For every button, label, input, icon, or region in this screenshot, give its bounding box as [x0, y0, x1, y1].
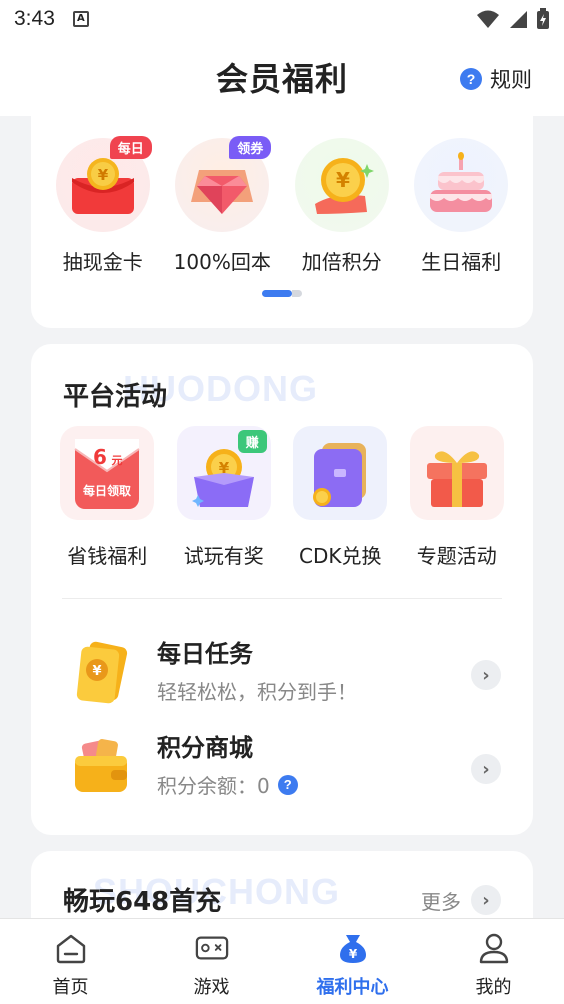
ticket-icon: ¥ [76, 641, 128, 704]
activity-label: CDK兑换 [299, 544, 382, 568]
vip-item-label: 加倍积分 [301, 250, 382, 274]
svg-text:¥: ¥ [98, 166, 109, 184]
purple-wallet-icon [313, 443, 367, 507]
notification-icon: A [72, 11, 89, 27]
activity-label: 省钱福利 [67, 544, 148, 568]
activity-label: 专题活动 [416, 544, 497, 568]
activity-list: 6 元 每日领取 省钱福利 ¥ 赚 试玩有奖 CDK兑换 专题活动 [31, 426, 533, 569]
wifi-icon [477, 10, 499, 28]
coupon-amount: 6 [93, 445, 107, 469]
daily-tag: 每日 [109, 136, 152, 159]
page-header: 会员福利 ? 规则 [0, 38, 564, 116]
svg-text:¥: ¥ [336, 168, 350, 192]
rules-button[interactable]: ? 规则 [460, 64, 532, 94]
nav-item-welfare-center[interactable]: ¥ 福利中心 [282, 919, 423, 1004]
chevron-right-icon[interactable]: › [471, 754, 501, 784]
help-icon[interactable]: ? [277, 774, 298, 795]
task-description: 轻轻松松，积分到手！ [157, 680, 357, 704]
activity-label: 试玩有奖 [183, 544, 264, 568]
nav-item-games[interactable]: 游戏 [141, 919, 282, 1004]
coupon-unit: 元 [112, 454, 123, 467]
task-title: 积分商城 [157, 734, 253, 762]
section-title: 畅玩648首充 [63, 887, 222, 917]
status-bar: 3:43 A [0, 0, 564, 38]
vip-item-full-return[interactable]: 领券 100%回本 [166, 136, 278, 275]
bottom-nav: 首页 游戏 ¥ 福利中心 我的 [0, 918, 564, 1004]
points-wallet-icon [75, 739, 127, 792]
vip-benefits-list: ¥ 每日 抽现金卡 领券 100%回本 ¥ 加倍积分 生日福利 [31, 136, 533, 275]
carousel-indicator [262, 290, 302, 297]
money-bag-icon: ¥ [339, 935, 366, 963]
task-title: 每日任务 [157, 640, 253, 668]
task-row-daily[interactable]: ¥ 每日任务 轻轻松松，积分到手！ › [31, 634, 533, 720]
vip-benefits-card: ¥ 每日 抽现金卡 领券 100%回本 ¥ 加倍积分 生日福利 [31, 90, 533, 328]
coupon-daily-text: 每日领取 [83, 483, 131, 498]
vip-item-label: 抽现金卡 [62, 250, 143, 274]
nav-item-mine[interactable]: 我的 [423, 919, 564, 1004]
red-envelope-icon: ¥ [71, 158, 134, 214]
section-title: 平台活动 [63, 382, 168, 412]
more-label: 更多 [421, 889, 461, 914]
more-button[interactable]: 更多 › [421, 885, 501, 915]
gamepad-icon [195, 936, 228, 960]
vip-item-label: 100%回本 [173, 250, 271, 274]
task-row-points-mall[interactable]: 积分商城 积分余额：0 ? › [31, 728, 533, 814]
gold-coin-icon: ¥ [314, 158, 374, 214]
task-description: 积分余额：0 ? [157, 770, 298, 799]
activity-save-money[interactable]: 6 元 每日领取 省钱福利 [51, 426, 163, 569]
coupon-tag: 领券 [229, 136, 272, 159]
chevron-right-icon[interactable]: › [471, 660, 501, 690]
svg-text:¥: ¥ [348, 947, 357, 961]
platform-activities-card: HUODONG 平台活动 6 元 每日领取 省钱福利 ¥ 赚 试玩有奖 CDK兑… [31, 344, 533, 835]
activity-special-topics[interactable]: 专题活动 [401, 426, 513, 569]
svg-text:¥: ¥ [92, 664, 101, 679]
nav-label: 福利中心 [316, 977, 389, 998]
divider [62, 598, 502, 599]
nav-label: 我的 [475, 977, 512, 998]
vip-item-label: 生日福利 [421, 250, 502, 274]
status-time: 3:43 [14, 7, 55, 30]
vip-item-double-points[interactable]: ¥ 加倍积分 [286, 138, 398, 275]
nav-item-home[interactable]: 首页 [0, 919, 141, 1004]
indicator-inactive [292, 290, 302, 297]
rules-label: 规则 [490, 68, 532, 92]
help-icon: ? [460, 68, 482, 90]
birthday-cake-icon [430, 152, 493, 212]
activity-cdk-redeem[interactable]: CDK兑换 [284, 426, 396, 569]
activity-trial-reward[interactable]: ¥ 赚 试玩有奖 [168, 426, 280, 569]
gift-box-icon [426, 451, 487, 507]
diamond-icon [191, 170, 254, 214]
signal-icon [510, 11, 527, 28]
earn-badge: 赚 [237, 430, 267, 453]
user-icon [479, 933, 508, 964]
nav-label: 首页 [52, 977, 89, 998]
coupon-envelope-icon: 6 元 每日领取 [74, 439, 140, 509]
status-indicators [476, 8, 550, 30]
nav-label: 游戏 [193, 977, 230, 998]
vip-item-cash-card[interactable]: ¥ 每日 抽现金卡 [47, 136, 159, 275]
vip-item-birthday[interactable]: 生日福利 [405, 138, 517, 275]
chevron-right-icon: › [471, 885, 501, 915]
page-title: 会员福利 [215, 60, 348, 98]
points-balance: 积分余额：0 [157, 774, 270, 798]
indicator-active [262, 290, 292, 297]
home-icon [56, 934, 85, 964]
battery-icon [537, 8, 549, 29]
